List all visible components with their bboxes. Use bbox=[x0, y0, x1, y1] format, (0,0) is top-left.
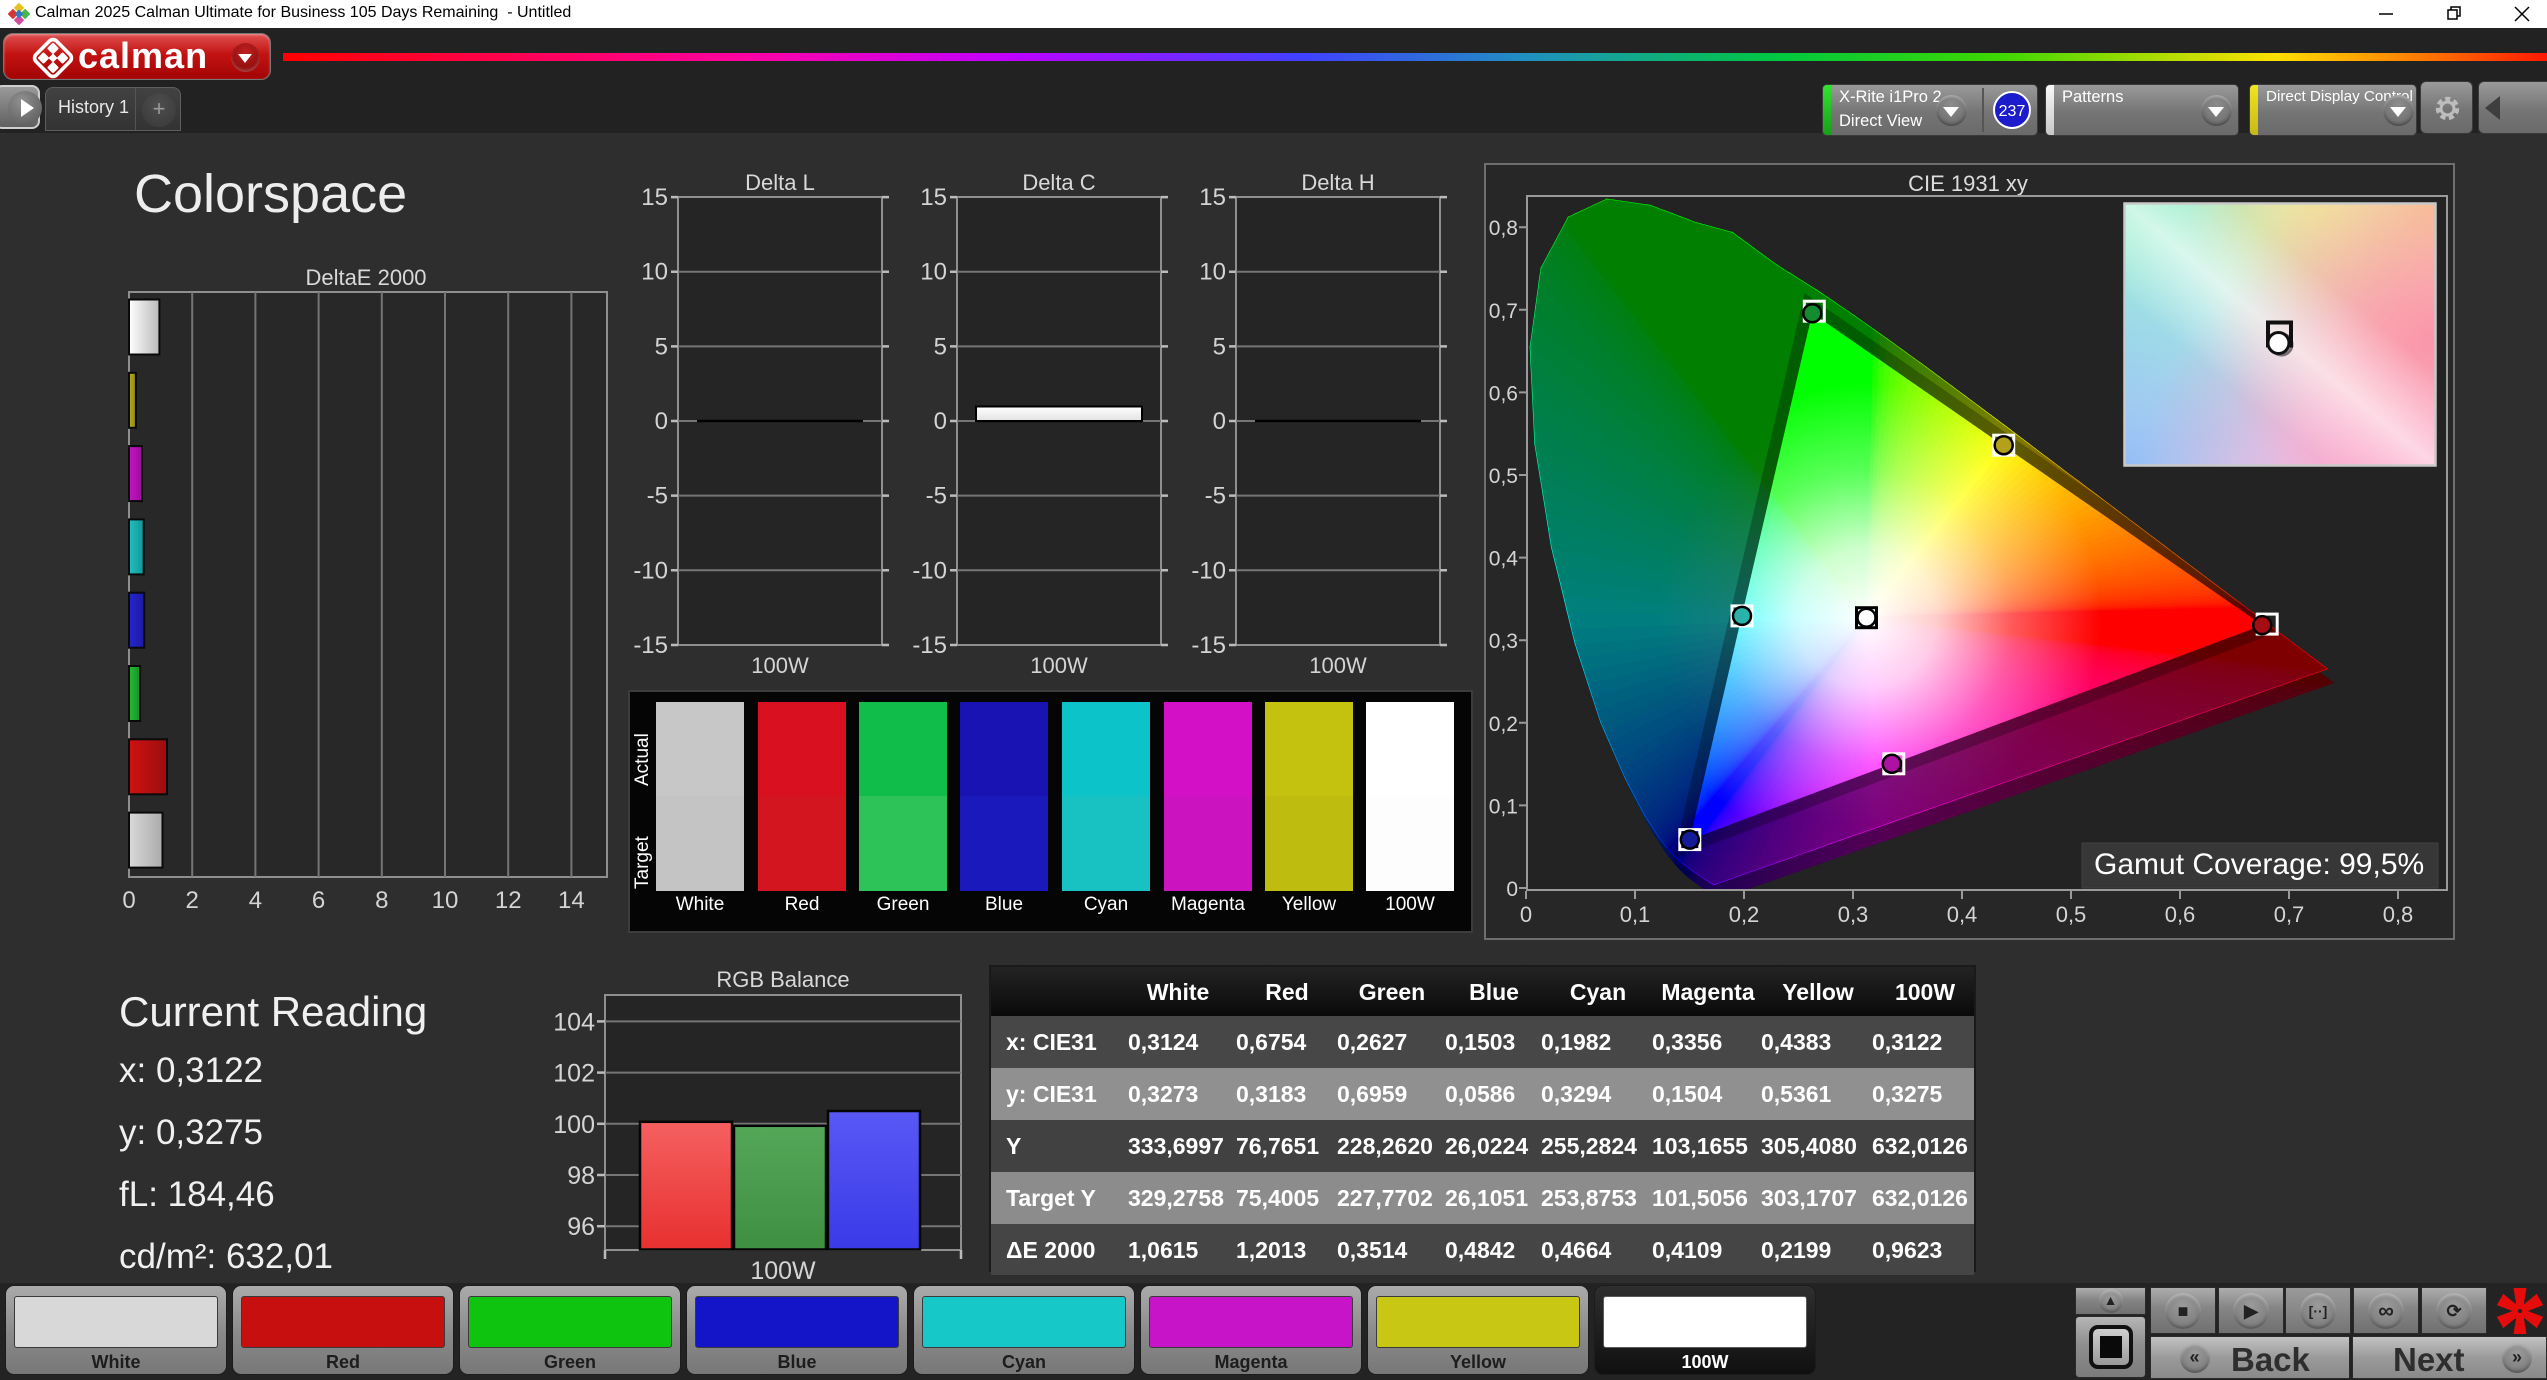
svg-text:0,3: 0,3 bbox=[1838, 902, 1869, 927]
svg-text:10: 10 bbox=[1199, 259, 1226, 286]
svg-text:0,2: 0,2 bbox=[1729, 902, 1760, 927]
svg-text:5: 5 bbox=[934, 333, 947, 360]
svg-text:0,4: 0,4 bbox=[1947, 902, 1978, 927]
svg-text:-5: -5 bbox=[926, 483, 947, 510]
svg-text:Delta L: Delta L bbox=[745, 170, 815, 195]
svg-text:10: 10 bbox=[641, 259, 668, 286]
svg-text:0,6: 0,6 bbox=[1489, 382, 1518, 405]
svg-text:15: 15 bbox=[641, 184, 668, 211]
svg-text:100W: 100W bbox=[1030, 653, 1088, 678]
svg-text:0: 0 bbox=[1213, 408, 1226, 435]
svg-text:14: 14 bbox=[558, 887, 585, 914]
svg-text:98: 98 bbox=[567, 1162, 595, 1190]
svg-text:0: 0 bbox=[655, 408, 668, 435]
svg-text:0,5: 0,5 bbox=[2056, 902, 2087, 927]
svg-text:100: 100 bbox=[553, 1111, 595, 1139]
svg-text:104: 104 bbox=[553, 1008, 595, 1036]
svg-text:10: 10 bbox=[920, 259, 947, 286]
svg-text:-10: -10 bbox=[912, 557, 947, 584]
svg-text:-5: -5 bbox=[647, 483, 668, 510]
svg-text:-15: -15 bbox=[1191, 632, 1226, 659]
svg-text:Delta H: Delta H bbox=[1301, 170, 1374, 195]
svg-text:100W: 100W bbox=[751, 653, 809, 678]
svg-text:8: 8 bbox=[375, 887, 388, 914]
svg-text:0,1: 0,1 bbox=[1489, 795, 1518, 818]
svg-text:0,7: 0,7 bbox=[1489, 300, 1518, 323]
svg-text:0,1: 0,1 bbox=[1620, 902, 1651, 927]
svg-text:-5: -5 bbox=[1205, 483, 1226, 510]
svg-text:2: 2 bbox=[186, 887, 199, 914]
svg-text:15: 15 bbox=[920, 184, 947, 211]
svg-text:0,8: 0,8 bbox=[1489, 217, 1518, 240]
svg-text:0: 0 bbox=[122, 887, 135, 914]
svg-text:0,3: 0,3 bbox=[1489, 630, 1518, 653]
svg-text:-15: -15 bbox=[912, 632, 947, 659]
svg-text:0,4: 0,4 bbox=[1489, 548, 1519, 571]
svg-text:15: 15 bbox=[1199, 184, 1226, 211]
svg-text:5: 5 bbox=[1213, 333, 1226, 360]
svg-text:0: 0 bbox=[1520, 902, 1532, 927]
svg-text:-10: -10 bbox=[1191, 557, 1226, 584]
svg-text:4: 4 bbox=[249, 887, 262, 914]
svg-text:12: 12 bbox=[495, 887, 522, 914]
svg-text:0,8: 0,8 bbox=[2383, 902, 2414, 927]
svg-text:CIE 1931 xy: CIE 1931 xy bbox=[1908, 171, 2028, 196]
svg-text:100W: 100W bbox=[1309, 653, 1367, 678]
svg-text:0,5: 0,5 bbox=[1489, 465, 1518, 488]
svg-text:6: 6 bbox=[312, 887, 325, 914]
svg-text:DeltaE 2000: DeltaE 2000 bbox=[305, 265, 426, 290]
svg-text:5: 5 bbox=[655, 333, 668, 360]
svg-text:0: 0 bbox=[1506, 878, 1518, 901]
svg-text:96: 96 bbox=[567, 1213, 595, 1241]
svg-text:0: 0 bbox=[934, 408, 947, 435]
svg-text:Gamut Coverage: 99,5%: Gamut Coverage: 99,5% bbox=[2094, 848, 2424, 881]
svg-text:0,6: 0,6 bbox=[2165, 902, 2196, 927]
svg-text:Delta C: Delta C bbox=[1022, 170, 1095, 195]
svg-text:100W: 100W bbox=[750, 1257, 816, 1285]
svg-text:RGB Balance: RGB Balance bbox=[716, 967, 849, 992]
svg-text:102: 102 bbox=[553, 1060, 595, 1088]
svg-text:-10: -10 bbox=[633, 557, 668, 584]
svg-text:0,2: 0,2 bbox=[1489, 713, 1518, 736]
svg-text:0,7: 0,7 bbox=[2274, 902, 2305, 927]
svg-text:10: 10 bbox=[432, 887, 459, 914]
svg-text:-15: -15 bbox=[633, 632, 668, 659]
